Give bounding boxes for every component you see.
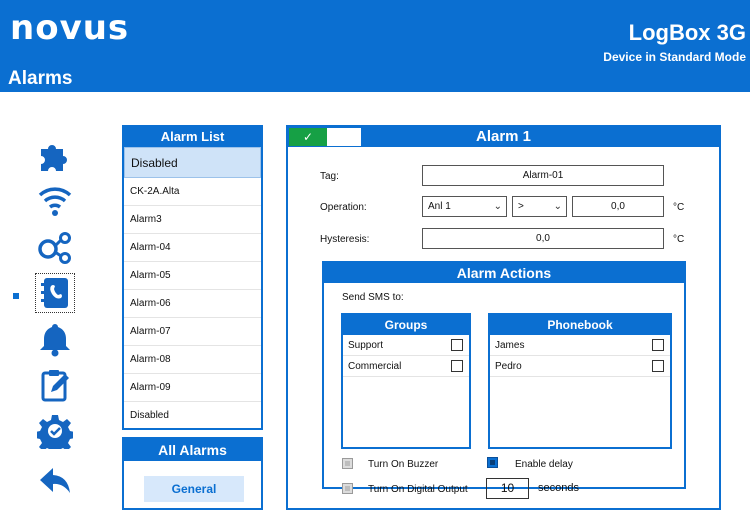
hysteresis-unit: °C bbox=[673, 234, 685, 245]
clipboard-edit-icon bbox=[41, 370, 69, 402]
buzzer-label: Turn On Buzzer bbox=[368, 459, 439, 470]
operation-label: Operation: bbox=[320, 202, 367, 213]
groups-title: Groups bbox=[343, 315, 469, 335]
alarm-list-item[interactable]: Alarm-06 bbox=[124, 290, 261, 318]
contact-row: James bbox=[490, 335, 670, 356]
group-name: Support bbox=[348, 340, 384, 351]
group-checkbox[interactable] bbox=[451, 339, 463, 351]
alarm-actions-title: Alarm Actions bbox=[324, 263, 684, 283]
alarm-list-item[interactable]: Disabled bbox=[124, 402, 261, 428]
alarm-enable-toggle[interactable]: ✓ bbox=[288, 127, 362, 147]
send-sms-label: Send SMS to: bbox=[342, 292, 404, 303]
nav-item-records[interactable] bbox=[35, 365, 75, 405]
all-alarms-title: All Alarms bbox=[124, 439, 261, 461]
operator-select[interactable]: > ⌄ bbox=[512, 196, 567, 217]
share-nodes-icon bbox=[38, 232, 71, 264]
puzzle-icon bbox=[41, 145, 67, 171]
digital-output-label: Turn On Digital Output bbox=[368, 484, 468, 495]
active-indicator bbox=[13, 293, 19, 299]
alarm-list-item[interactable]: Alarm3 bbox=[124, 206, 261, 234]
contact-name: Pedro bbox=[495, 361, 522, 372]
tag-label: Tag: bbox=[320, 171, 339, 182]
group-row: Support bbox=[343, 335, 469, 356]
alarm-list-item[interactable]: CK-2A.Alta bbox=[124, 178, 261, 206]
nav-item-channels[interactable] bbox=[35, 227, 75, 267]
setpoint-input[interactable]: 0,0 bbox=[572, 196, 664, 217]
nav-item-back[interactable] bbox=[35, 461, 75, 501]
alarm-list-item[interactable]: Alarm-09 bbox=[124, 374, 261, 402]
channel-select-value: Anl 1 bbox=[428, 201, 451, 212]
tag-input[interactable]: Alarm-01 bbox=[422, 165, 664, 186]
chevron-down-icon: ⌄ bbox=[493, 201, 502, 212]
device-mode: Device in Standard Mode bbox=[603, 50, 746, 64]
bell-icon bbox=[40, 324, 70, 357]
group-row: Commercial bbox=[343, 356, 469, 377]
enable-delay-checkbox[interactable] bbox=[487, 457, 498, 468]
contact-checkbox[interactable] bbox=[652, 339, 664, 351]
alarm-list-item[interactable]: Alarm-05 bbox=[124, 262, 261, 290]
alarm-list-panel: Alarm List Disabled CK-2A.Alta Alarm3 Al… bbox=[122, 125, 263, 430]
phonebook-panel: Phonebook James Pedro bbox=[488, 313, 672, 449]
device-name: LogBox 3G bbox=[628, 20, 746, 45]
contact-name: James bbox=[495, 340, 525, 351]
hysteresis-input[interactable]: 0,0 bbox=[422, 228, 664, 249]
phonebook-title: Phonebook bbox=[490, 315, 670, 335]
setpoint-unit: °C bbox=[673, 202, 685, 213]
nav-item-alarms[interactable] bbox=[35, 319, 75, 359]
alarm-list-title: Alarm List bbox=[124, 127, 261, 147]
wifi-icon bbox=[38, 187, 72, 216]
operator-select-value: > bbox=[518, 201, 524, 212]
delay-unit: seconds bbox=[538, 482, 579, 494]
alarm-list-item[interactable]: Alarm-04 bbox=[124, 234, 261, 262]
delay-input[interactable]: 10 bbox=[486, 478, 529, 499]
novus-logo: novus bbox=[10, 8, 130, 48]
alarm-config-panel: Alarm 1 ✓ Tag: Alarm-01 Operation: Anl 1… bbox=[286, 125, 721, 510]
channel-select[interactable]: Anl 1 ⌄ bbox=[422, 196, 507, 217]
alarm-list-item[interactable]: Disabled bbox=[124, 147, 261, 178]
app-header: novus Alarms LogBox 3G Device in Standar… bbox=[0, 0, 750, 92]
buzzer-checkbox[interactable] bbox=[342, 458, 353, 469]
groups-panel: Groups Support Commercial bbox=[341, 313, 471, 449]
general-button[interactable]: General bbox=[144, 476, 244, 502]
chevron-down-icon: ⌄ bbox=[553, 201, 562, 212]
phonebook-icon bbox=[41, 278, 68, 308]
group-checkbox[interactable] bbox=[451, 360, 463, 372]
alarm-actions-panel: Alarm Actions Send SMS to: Groups Suppor… bbox=[322, 261, 686, 489]
group-name: Commercial bbox=[348, 361, 402, 372]
enable-delay-label: Enable delay bbox=[515, 459, 573, 470]
contact-checkbox[interactable] bbox=[652, 360, 664, 372]
nav-item-contacts[interactable] bbox=[35, 273, 75, 313]
contact-row: Pedro bbox=[490, 356, 670, 377]
side-nav bbox=[0, 125, 90, 515]
back-arrow-icon bbox=[40, 468, 70, 493]
alarm-list-item[interactable]: Alarm-07 bbox=[124, 318, 261, 346]
check-icon: ✓ bbox=[289, 128, 327, 146]
nav-item-diagnostics[interactable] bbox=[35, 411, 75, 451]
digital-output-checkbox[interactable] bbox=[342, 483, 353, 494]
page-title: Alarms bbox=[8, 68, 73, 89]
gear-check-icon bbox=[37, 415, 73, 449]
hysteresis-label: Hysteresis: bbox=[320, 234, 370, 245]
alarm-list-item[interactable]: Alarm-08 bbox=[124, 346, 261, 374]
nav-item-wireless[interactable] bbox=[35, 180, 75, 220]
all-alarms-panel: All Alarms General bbox=[122, 437, 263, 510]
nav-item-general[interactable] bbox=[35, 135, 75, 175]
